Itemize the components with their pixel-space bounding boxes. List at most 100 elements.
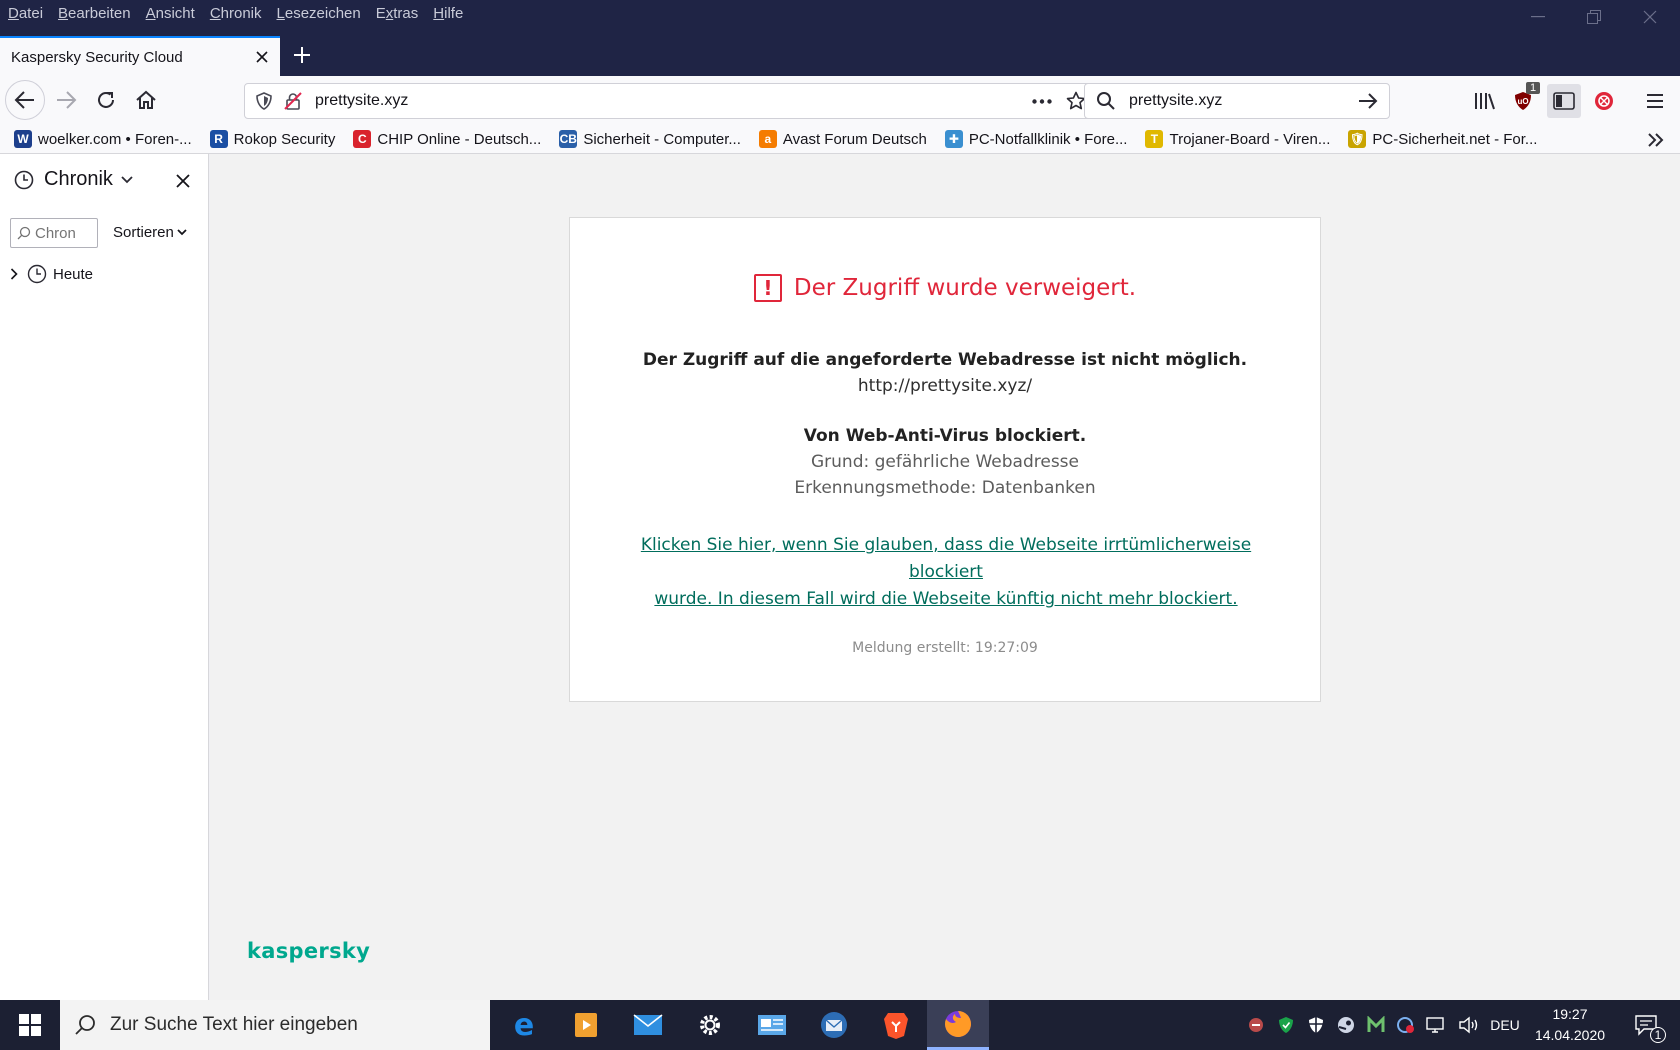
home-icon — [136, 90, 156, 109]
sidebar-switcher[interactable]: Chronik — [14, 168, 133, 191]
app-menu-button[interactable] — [1638, 84, 1672, 118]
navigation-toolbar: prettysite.xyz prettysite.xyz uO 1 — [0, 76, 1680, 125]
url-bar[interactable]: prettysite.xyz — [244, 83, 1098, 119]
library-button[interactable] — [1468, 84, 1502, 118]
ublock-origin-button[interactable]: uO 1 — [1506, 82, 1541, 118]
back-button[interactable] — [5, 80, 45, 120]
action-center-button[interactable]: 1 — [1626, 1000, 1666, 1050]
block-reason: Grund: gefährliche Webadresse — [811, 452, 1079, 472]
close-icon — [176, 174, 190, 188]
bookmark-label: PC-Notfallklinik • Fore... — [968, 130, 1128, 148]
sidebar-toggle-button[interactable] — [1547, 84, 1581, 118]
taskbar-search-box[interactable]: Zur Suche Text hier eingeben — [60, 1000, 490, 1050]
tree-item-label: Heute — [53, 265, 94, 283]
tray-defender-icon[interactable] — [1304, 1000, 1328, 1050]
tray-kaspersky-icon[interactable] — [1244, 1000, 1268, 1050]
windows-logo-icon — [19, 1014, 41, 1036]
search-input[interactable]: prettysite.xyz — [1129, 92, 1351, 110]
page-actions-menu-icon[interactable] — [1025, 98, 1059, 104]
taskbar-app-firefox[interactable] — [927, 1000, 989, 1050]
menu-item-ansicht[interactable]: Ansicht — [146, 5, 195, 22]
block-message-card: ! Der Zugriff wurde verweigert. Der Zugr… — [569, 217, 1321, 702]
taskbar-clock[interactable]: 19:27 14.04.2020 — [1530, 1004, 1610, 1046]
bookmark-item[interactable]: T Trojaner-Board - Viren... — [1145, 130, 1330, 148]
menu-item-hilfe[interactable]: Hilfe — [433, 5, 463, 22]
menu-item-extras[interactable]: Extras — [376, 5, 419, 22]
taskbar-app-thunderbird[interactable] — [803, 1000, 865, 1050]
link-line-2[interactable]: wurde. In diesem Fall wird die Webseite … — [630, 586, 1262, 613]
tracking-protection-shield-icon[interactable] — [249, 92, 279, 110]
tray-network-icon[interactable] — [1424, 1000, 1448, 1050]
close-window-button[interactable] — [1622, 0, 1678, 34]
tray-browser-update-icon[interactable] — [1394, 1000, 1418, 1050]
home-button[interactable] — [126, 80, 166, 120]
bookmark-item[interactable]: C CHIP Online - Deutsch... — [353, 130, 541, 148]
bookmark-item[interactable]: 🛡 PC-Sicherheit.net - For... — [1348, 130, 1537, 148]
tray-malwarebytes-icon[interactable] — [1364, 1000, 1388, 1050]
tray-security-shield-icon[interactable] — [1274, 1000, 1298, 1050]
menu-item-lesezeichen[interactable]: Lesezeichen — [277, 5, 361, 22]
restore-button[interactable] — [1566, 0, 1622, 34]
close-icon — [256, 51, 268, 63]
start-button[interactable] — [0, 1000, 60, 1050]
forward-button[interactable] — [46, 80, 86, 120]
tab-close-button[interactable] — [248, 43, 276, 71]
brave-lion-icon — [884, 1013, 908, 1039]
report-false-positive-link[interactable]: Klicken Sie hier, wenn Sie glauben, dass… — [630, 532, 1262, 613]
edge-icon: e — [514, 1011, 534, 1039]
bookmark-label: Trojaner-Board - Viren... — [1169, 130, 1331, 148]
link-line-1[interactable]: Klicken Sie hier, wenn Sie glauben, dass… — [630, 532, 1262, 586]
notification-count-badge: 1 — [1650, 1027, 1666, 1043]
history-search-input[interactable] — [35, 224, 95, 242]
warning-icon: ! — [753, 274, 782, 302]
taskbar-app-mail[interactable] — [617, 1000, 679, 1050]
bookmark-item[interactable]: Wwoelker.com • Foren-... — [14, 130, 192, 148]
search-go-arrow-icon[interactable] — [1351, 92, 1385, 110]
search-icon — [1091, 91, 1121, 111]
kaspersky-protection-button[interactable] — [1587, 84, 1621, 118]
reload-button[interactable] — [86, 80, 126, 120]
new-tab-button[interactable] — [287, 40, 317, 70]
url-text[interactable]: prettysite.xyz — [315, 92, 1025, 110]
bookmark-label: Avast Forum Deutsch — [782, 130, 927, 148]
menu-item-bearbeiten[interactable]: Bearbeiten — [58, 5, 131, 22]
sidebar-close-button[interactable] — [170, 168, 196, 194]
windows-taskbar: Zur Suche Text hier eingeben e DEU 19:27… — [0, 1000, 1680, 1050]
taskbar-app-brave[interactable] — [865, 1000, 927, 1050]
bookmark-favicon-icon: 🛡 — [1348, 130, 1367, 148]
history-search-field[interactable] — [10, 218, 98, 248]
ublock-badge: 1 — [1526, 82, 1541, 94]
bookmark-item[interactable]: ✚ PC-Notfallklinik • Fore... — [944, 130, 1128, 148]
bookmark-item[interactable]: a Avast Forum Deutsch — [758, 130, 927, 148]
arrow-right-icon — [57, 91, 77, 109]
taskbar-app-media-player[interactable] — [555, 1000, 617, 1050]
arrow-left-icon — [14, 91, 34, 109]
tab-title: Kaspersky Security Cloud — [11, 48, 183, 66]
menu-item-chronik[interactable]: Chronik — [210, 5, 262, 22]
insecure-lock-icon[interactable] — [279, 92, 307, 110]
sort-button[interactable]: Sortieren — [113, 224, 187, 241]
chevron-down-icon — [121, 175, 133, 183]
minimize-button[interactable] — [1510, 0, 1566, 34]
tab-kaspersky[interactable]: Kaspersky Security Cloud — [0, 36, 280, 76]
bookmark-item[interactable]: CB Sicherheit - Computer... — [559, 130, 741, 148]
clock-date: 14.04.2020 — [1534, 1027, 1606, 1043]
blocked-by-text: Von Web-Anti-Virus blockiert. — [803, 426, 1087, 446]
bookmark-item[interactable]: R Rokop Security — [209, 130, 335, 148]
chevron-right-icon[interactable] — [10, 268, 19, 280]
tray-steam-icon[interactable] — [1334, 1000, 1358, 1050]
tray-language-indicator[interactable]: DEU — [1488, 1000, 1522, 1050]
bookmark-favicon-icon: CB — [559, 130, 578, 148]
taskbar-app-control-panel[interactable] — [741, 1000, 803, 1050]
chevron-down-icon — [177, 229, 187, 236]
taskbar-app-edge[interactable]: e — [493, 1000, 555, 1050]
search-bar[interactable]: prettysite.xyz — [1084, 83, 1390, 119]
page-content: ! Der Zugriff wurde verweigert. Der Zugr… — [210, 154, 1680, 1000]
menu-item-datei[interactable]: Datei — [8, 5, 43, 22]
taskbar-app-settings[interactable] — [679, 1000, 741, 1050]
firefox-icon — [945, 1010, 971, 1037]
history-tree-item-today[interactable]: Heute — [10, 264, 93, 284]
bookmarks-overflow-button[interactable] — [1644, 129, 1668, 151]
history-sidebar: Chronik Sortieren Heute — [0, 154, 209, 1000]
tray-volume-icon[interactable] — [1456, 1000, 1482, 1050]
